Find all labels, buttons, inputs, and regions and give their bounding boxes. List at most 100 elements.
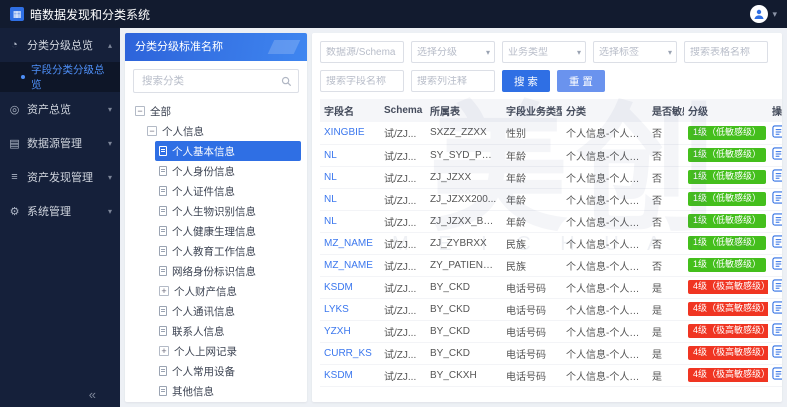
tree-node-label: 个人基本信息 <box>172 145 235 158</box>
category-cell: 个人信息-个人基本... <box>562 298 648 321</box>
detail-button[interactable] <box>772 367 782 383</box>
user-avatar-icon[interactable] <box>750 5 769 23</box>
sidebar-subitem[interactable]: 字段分类分级总览 <box>0 62 120 92</box>
sidebar-item[interactable]: ⚙ 系统管理 ▾ <box>0 194 120 228</box>
filters-row-2-inputs <box>320 70 495 92</box>
schema-cell: 试/ZJ... <box>380 232 426 255</box>
detail-button[interactable] <box>772 257 782 273</box>
biz-type-cell: 民族 <box>502 232 562 255</box>
detail-button[interactable] <box>772 323 782 339</box>
level-cell: 1级（低敏感级） <box>684 188 768 211</box>
category-search-input[interactable] <box>133 69 299 93</box>
document-icon <box>159 246 167 256</box>
detail-button[interactable] <box>772 279 782 295</box>
detail-button[interactable] <box>772 345 782 361</box>
table-name-cell: ZY_PATIENT_I... <box>426 254 502 277</box>
tree-node[interactable]: 个人健康生理信息 <box>155 221 301 241</box>
detail-button[interactable] <box>772 235 782 251</box>
category-cell: 个人信息-个人基本... <box>562 232 648 255</box>
sidebar-collapse-button[interactable]: « <box>89 387 96 402</box>
field-name-link[interactable]: NL <box>320 210 380 233</box>
sidebar-item[interactable]: ◎ 资产总览 ▾ <box>0 92 120 126</box>
tree-node[interactable]: + 个人财产信息 <box>155 281 301 301</box>
action-cell <box>768 364 782 387</box>
tree-node[interactable]: 其他信息 <box>155 381 301 401</box>
detail-button[interactable] <box>772 125 782 141</box>
column-header: 是否敏感 <box>648 99 684 122</box>
tree-node[interactable]: 个人基本信息 <box>155 141 301 161</box>
level-badge: 4级（极高敏感级） <box>688 368 768 382</box>
tree-node[interactable]: 个人证件信息 <box>155 181 301 201</box>
filter-input[interactable] <box>684 41 768 63</box>
filter-field[interactable] <box>594 46 668 58</box>
tree-node[interactable]: 个人常用设备 <box>155 361 301 381</box>
tree-node[interactable]: − 个人信息 <box>143 121 301 141</box>
filter-input[interactable] <box>411 70 495 92</box>
topbar: ▦ 暗数据发现和分类系统 ▾ <box>0 0 787 28</box>
collapse-minus-icon[interactable]: − <box>135 106 145 116</box>
field-name-link[interactable]: CURR_KS <box>320 342 380 365</box>
filter-select[interactable]: ▾ <box>593 41 677 63</box>
field-name-link[interactable]: MZ_NAME <box>320 232 380 255</box>
filter-input[interactable] <box>320 70 404 92</box>
tree-node[interactable]: 网络身份标识信息 <box>155 261 301 281</box>
level-badge: 1级（低敏感级） <box>688 148 767 162</box>
field-name-link[interactable]: LYKS <box>320 298 380 321</box>
tree-node[interactable]: 个人身份信息 <box>155 161 301 181</box>
sidebar-item-label: 数据源管理 <box>27 138 82 150</box>
tree-node[interactable]: 个人通讯信息 <box>155 301 301 321</box>
field-name-link[interactable]: YZXH <box>320 320 380 343</box>
expand-plus-icon[interactable]: + <box>159 346 169 356</box>
tree-node[interactable]: 个人教育工作信息 <box>155 241 301 261</box>
level-badge: 4级（极高敏感级） <box>688 280 768 294</box>
detail-button[interactable] <box>772 301 782 317</box>
level-cell: 1级（低敏感级） <box>684 254 768 277</box>
user-menu[interactable]: ▾ <box>750 5 777 23</box>
tree-node[interactable]: 联系人信息 <box>155 321 301 341</box>
biz-type-cell: 年龄 <box>502 144 562 167</box>
action-cell <box>768 276 782 299</box>
sidebar-item[interactable]: ◔ 分类分级总览 ▴ <box>0 28 120 62</box>
filter-field[interactable] <box>503 46 577 58</box>
filter-field[interactable] <box>412 46 486 58</box>
filter-select[interactable]: ▾ <box>502 41 586 63</box>
filter-input[interactable] <box>320 41 404 63</box>
sensitive-cell: 是 <box>648 298 684 321</box>
tree-node[interactable]: − 全部 <box>131 101 301 121</box>
tree-node[interactable]: + 个人上网记录 <box>155 341 301 361</box>
table-row: KSDM试/ZJ...BY_CKXH电话号码个人信息-个人基本...是 4级（极高… <box>320 364 782 387</box>
reset-button[interactable]: 重 置 <box>556 70 605 92</box>
detail-button[interactable] <box>772 213 782 229</box>
field-name-link[interactable]: KSDM <box>320 364 380 387</box>
field-name-link[interactable]: MZ_NAME <box>320 254 380 277</box>
sidebar-item[interactable]: ▤ 数据源管理 ▾ <box>0 126 120 160</box>
field-name-link[interactable]: NL <box>320 188 380 211</box>
filter-field[interactable] <box>321 46 403 58</box>
filter-field[interactable] <box>321 75 403 87</box>
field-name-link[interactable]: NL <box>320 144 380 167</box>
category-tree: − 全部 − 个人信息个人基本信息个人身份信息 个人证件信息 个人生物识别信息 个人健康生理… <box>125 101 307 402</box>
field-name-link[interactable]: XINGBIE <box>320 122 380 145</box>
detail-button[interactable] <box>772 147 782 163</box>
schema-cell: 试/ZJ... <box>380 210 426 233</box>
tree-node[interactable]: 个人生物识别信息 <box>155 201 301 221</box>
collapse-minus-icon[interactable]: − <box>147 126 157 136</box>
sidebar-item[interactable]: ≡ 资产发现管理 ▾ <box>0 160 120 194</box>
level-cell: 1级（低敏感级） <box>684 122 768 145</box>
tree-node-label: 其他信息 <box>172 385 214 398</box>
field-name-link[interactable]: NL <box>320 166 380 189</box>
column-header: 字段名 <box>320 99 380 122</box>
expand-plus-icon[interactable]: + <box>159 286 169 296</box>
category-panel: 分类分级标准名称 −全部−个人信息个人基本信息个人身份信息个人证件信息个人生物识… <box>125 33 307 402</box>
sidebar: ◔ 分类分级总览 ▴ 字段分类分级总览 ◎ 资产总览 ▾ ▤ 数据源管理 ▾ ≡ 资产发现管理 ▾ ⚙ 系统… <box>0 28 120 407</box>
sensitive-cell: 否 <box>648 122 684 145</box>
filter-field[interactable] <box>412 75 494 87</box>
filter-select[interactable]: ▾ <box>411 41 495 63</box>
field-name-link[interactable]: KSDM <box>320 276 380 299</box>
column-header: 分级 <box>684 99 768 122</box>
detail-button[interactable] <box>772 169 782 185</box>
search-button[interactable]: 搜 索 <box>502 70 550 92</box>
category-search <box>125 61 307 101</box>
detail-button[interactable] <box>772 191 782 207</box>
filter-field[interactable] <box>685 46 767 58</box>
